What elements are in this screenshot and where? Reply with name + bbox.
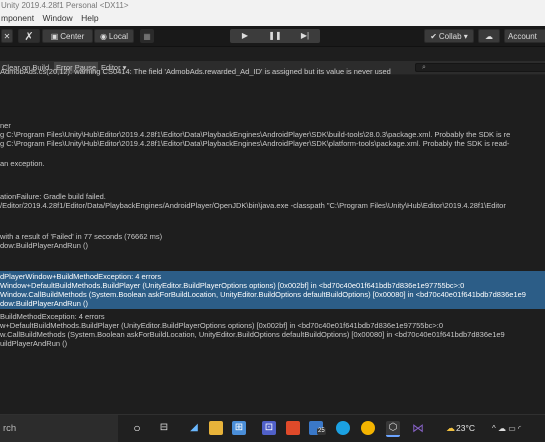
log-line: g C:\Program Files\Unity\Hub\Editor\2019… xyxy=(0,130,511,139)
center-label: Center xyxy=(60,32,85,41)
log-entry-selected[interactable]: dPlayerWindow+BuildMethodException: 4 er… xyxy=(0,271,545,309)
account-button[interactable]: Account xyxy=(504,29,545,43)
scale-tool-button[interactable]: ✕ xyxy=(1,29,13,43)
window-title-bar: Unity 2019.4.28f1 Personal <DX11> xyxy=(0,0,545,11)
file-explorer-icon[interactable] xyxy=(209,421,223,435)
monitor-icon: ▭ xyxy=(508,424,516,433)
visual-studio-icon[interactable]: ⋈ xyxy=(411,421,425,435)
log-line: g C:\Program Files\Unity\Hub\Editor\2019… xyxy=(0,139,510,148)
chevron-up-icon: ^ xyxy=(492,424,496,433)
scale-tool-icon: ✕ xyxy=(3,32,11,41)
badge-count: 25 xyxy=(317,428,326,435)
temperature: 23°C xyxy=(456,423,475,433)
menu-component[interactable]: mponent xyxy=(1,13,34,23)
chrome-icon[interactable] xyxy=(361,421,375,435)
log-line: an exception. xyxy=(0,159,45,168)
edge-icon[interactable] xyxy=(336,421,350,435)
window-title: Unity 2019.4.28f1 Personal <DX11> xyxy=(1,1,129,10)
log-entry[interactable]: ner g C:\Program Files\Unity\Hub\Editor\… xyxy=(0,121,545,148)
app-icon[interactable]: ◢ xyxy=(187,421,201,435)
log-line: Window.CallBuildMethods (System.Boolean … xyxy=(0,290,526,299)
teams-icon[interactable]: ⊡ xyxy=(262,421,276,435)
log-line: dow:BuildPlayerAndRun () xyxy=(0,241,88,250)
log-line: ner xyxy=(0,121,11,130)
check-icon: ✔ xyxy=(430,32,437,41)
cloud-button[interactable]: ☁ xyxy=(478,29,500,43)
log-entry[interactable]: an exception. xyxy=(0,159,545,168)
start-circle-icon[interactable]: ○ xyxy=(130,421,144,435)
log-line: w.CallBuildMethods (System.Boolean askFo… xyxy=(0,330,505,339)
task-view-icon[interactable]: ⊟ xyxy=(157,421,171,435)
unity-icon[interactable]: ⬡ xyxy=(386,421,400,437)
pivot-center-button[interactable]: ▣ Center xyxy=(42,29,93,43)
play-controls: ▶ ❚❚ ▶| xyxy=(230,29,320,43)
log-line: /Editor/2019.4.28f1/Editor/Data/Playback… xyxy=(0,201,506,210)
main-toolbar: ✕ ✗ ▣ Center ◉ Local ▦ ▶ ❚❚ ▶| ✔ Collab ▾ ☁… xyxy=(0,26,545,47)
office-icon[interactable] xyxy=(286,421,300,435)
pause-button[interactable]: ❚❚ xyxy=(260,29,290,43)
grid-snap-button[interactable]: ▦ xyxy=(140,29,154,43)
step-button[interactable]: ▶| xyxy=(290,29,320,43)
local-icon: ◉ xyxy=(99,32,107,41)
local-label: Local xyxy=(108,32,129,41)
cloud-icon: ☁ xyxy=(485,32,493,41)
menu-help[interactable]: Help xyxy=(81,13,98,23)
grid-snap-icon: ▦ xyxy=(143,32,151,41)
taskbar-search-box[interactable]: rch xyxy=(0,415,118,442)
log-line: Window+DefaultBuildMethods.BuildPlayer (… xyxy=(0,281,465,290)
log-line: dPlayerWindow+BuildMethodException: 4 er… xyxy=(0,272,162,281)
menu-window[interactable]: Window xyxy=(42,13,72,23)
windows-taskbar: rch ○ ⊟ ◢ ⊞ ⊡ 25 ⬡ ⋈ ☁ 23°C ^ ☁ ▭ ◜ xyxy=(0,414,545,442)
store-icon[interactable]: ⊞ xyxy=(232,421,246,435)
weather-app-icon[interactable]: 25 xyxy=(309,421,326,435)
cloud-tray-icon: ☁ xyxy=(498,424,506,433)
log-line: uildPlayerAndRun () xyxy=(0,339,68,348)
collab-button[interactable]: ✔ Collab ▾ xyxy=(424,29,474,43)
log-entry[interactable]: with a result of 'Failed' in 77 seconds … xyxy=(0,232,545,250)
log-line: dow:BuildPlayerAndRun () xyxy=(0,299,88,308)
transform-tool-icon: ✗ xyxy=(24,31,34,43)
system-tray[interactable]: ^ ☁ ▭ ◜ xyxy=(492,415,521,442)
account-label: Account xyxy=(508,32,537,41)
play-button[interactable]: ▶ xyxy=(230,29,260,43)
log-entry[interactable]: ationFailure: Gradle build failed. /Edit… xyxy=(0,192,545,210)
log-line: ationFailure: Gradle build failed. xyxy=(0,192,106,201)
weather-icon: ☁ xyxy=(446,423,455,433)
pivot-local-button[interactable]: ◉ Local xyxy=(94,29,134,43)
transform-tool-button[interactable]: ✗ xyxy=(18,29,40,43)
menu-bar: mponent Window Help xyxy=(0,11,545,26)
log-line: w+DefaultBuildMethods.BuildPlayer (Unity… xyxy=(0,321,444,330)
log-line: AdmobAds.cs(20,12): warning CS0414: The … xyxy=(0,67,391,76)
log-line: BuildMethodException: 4 errors xyxy=(0,312,105,321)
collab-label: Collab ▾ xyxy=(438,32,468,41)
taskbar-search-label: rch xyxy=(3,423,17,434)
center-icon: ▣ xyxy=(50,32,59,41)
log-entry[interactable]: BuildMethodException: 4 errors w+Default… xyxy=(0,312,545,348)
wifi-icon: ◜ xyxy=(518,424,522,433)
log-entry[interactable]: AdmobAds.cs(20,12): warning CS0414: The … xyxy=(0,67,545,76)
log-line: with a result of 'Failed' in 77 seconds … xyxy=(0,232,163,241)
